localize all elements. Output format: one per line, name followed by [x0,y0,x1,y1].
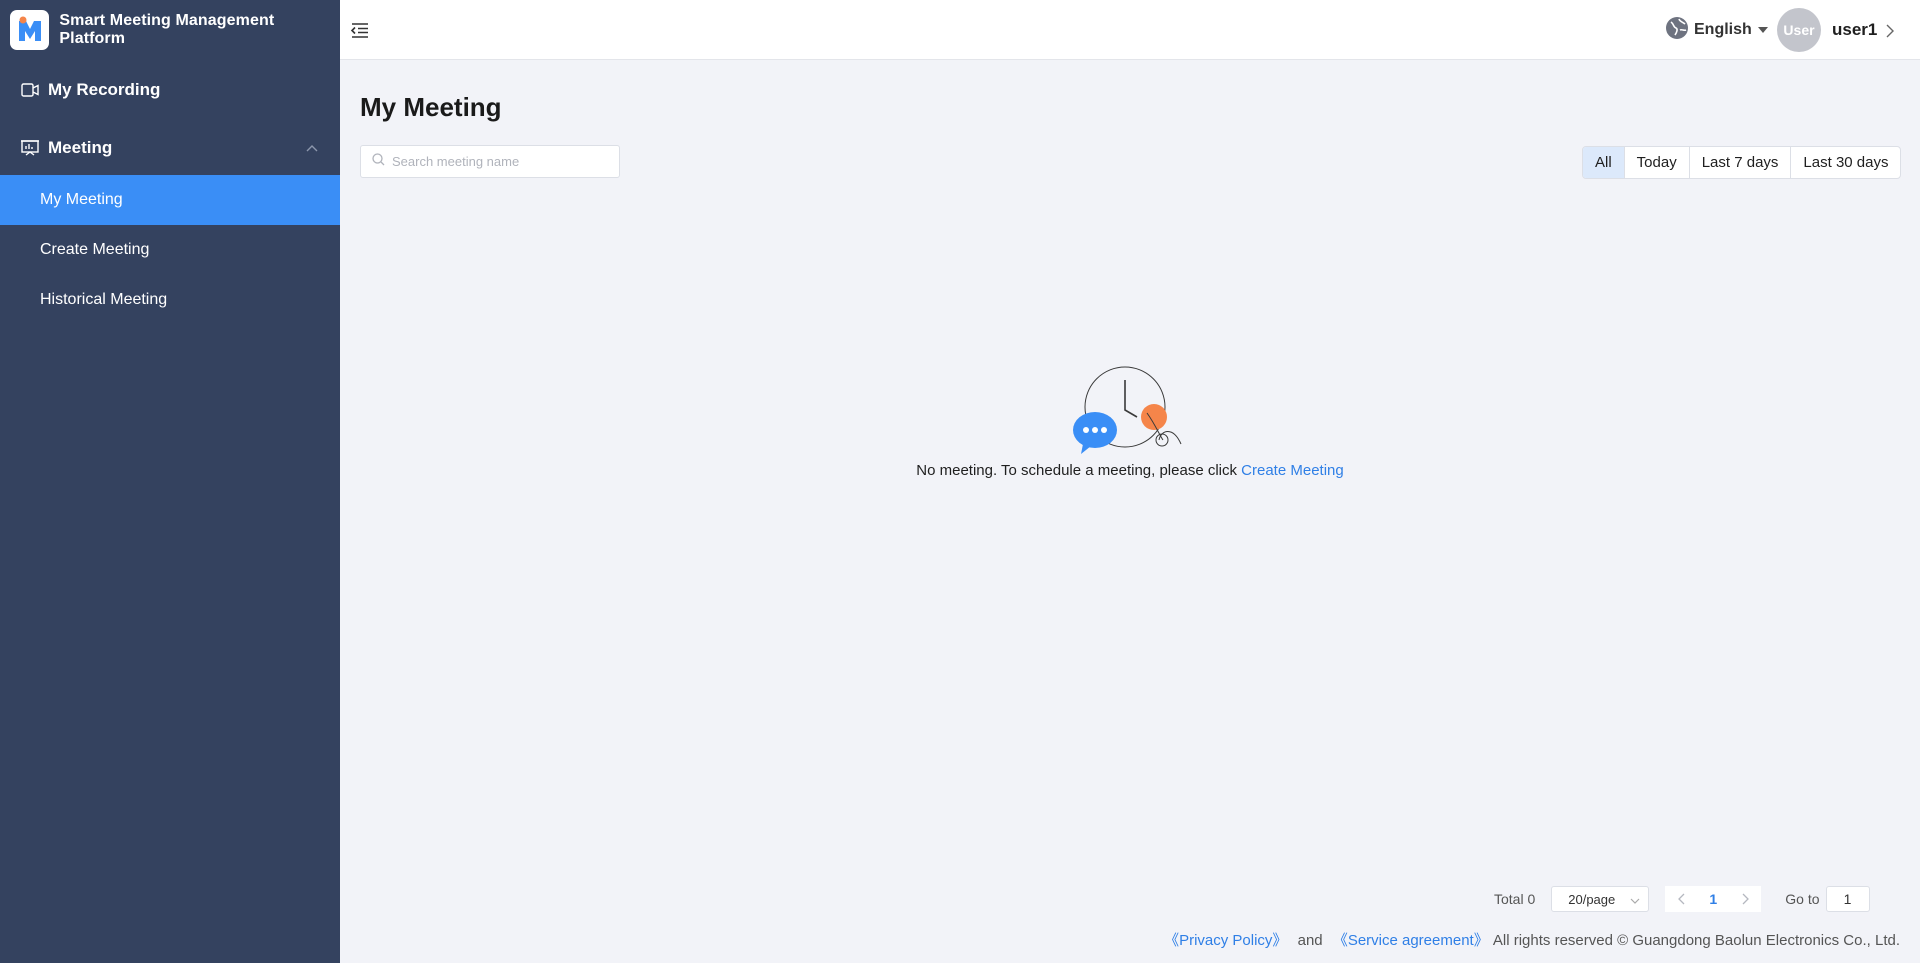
create-meeting-link[interactable]: Create Meeting [1241,462,1344,479]
page-title: My Meeting [360,92,502,122]
filter-last-7-days[interactable]: Last 7 days [1688,147,1791,178]
avatar[interactable]: User [1777,8,1821,52]
total-count: Total 0 [1494,891,1536,907]
sidebar-item-label: My Recording [48,80,161,99]
sidebar: Smart Meeting Management Platform My Rec… [0,0,340,963]
sidebar-item-meeting[interactable]: Meeting [0,120,340,175]
caret-down-icon [1757,27,1768,33]
filter-all[interactable]: All [1583,147,1624,178]
pagination: Total 0 20/page 1 Go to [1494,886,1870,912]
username[interactable]: user1 [1832,20,1877,40]
search-icon [372,152,385,171]
privacy-policy-link[interactable]: 《Privacy Policy》 [1164,932,1287,949]
top-bar: English User user1 [340,0,1920,60]
sidebar-item-create-meeting[interactable]: Create Meeting [0,225,340,275]
chevron-down-icon [1630,892,1640,907]
empty-message: No meeting. To schedule a meeting, pleas… [915,462,1345,479]
page-number-current[interactable]: 1 [1697,886,1730,912]
chevron-up-icon [306,139,318,157]
sidebar-item-historical-meeting[interactable]: Historical Meeting [0,275,340,325]
empty-message-text: No meeting. To schedule a meeting, pleas… [916,462,1242,479]
presentation-icon [20,138,40,158]
search-input[interactable] [392,154,612,169]
goto-label: Go to [1785,891,1820,907]
page-size-value: 20/page [1568,891,1616,907]
language-label: English [1694,21,1752,38]
app-title: Smart Meeting Management Platform [59,12,275,47]
service-agreement-link[interactable]: 《Service agreement》 [1333,932,1489,949]
page-size-select[interactable]: 20/page [1551,886,1650,912]
filter-today[interactable]: Today [1623,147,1689,178]
date-filter-group: All Today Last 7 days Last 30 days [1582,146,1902,179]
menu-toggle-icon[interactable] [350,20,370,40]
footer: 《Privacy Policy》 and 《Service agreement》… [1164,929,1900,950]
app-logo [10,10,50,50]
chevron-right-icon[interactable] [1886,24,1894,43]
goto-page-input[interactable] [1825,886,1870,912]
language-selector[interactable]: English [1665,16,1768,45]
sidebar-item-label: Meeting [48,137,113,157]
footer-and: and [1297,932,1323,949]
filter-last-30-days[interactable]: Last 30 days [1790,147,1900,178]
empty-meeting-illustration [1073,366,1182,454]
brand: Smart Meeting Management Platform [0,0,340,60]
copyright-text: All rights reserved © Guangdong Baolun E… [1492,932,1900,949]
prev-page-button[interactable] [1665,886,1698,912]
globe-icon [1665,16,1689,45]
recording-icon [20,80,40,100]
search-box [360,145,620,178]
empty-state: No meeting. To schedule a meeting, pleas… [915,366,1345,479]
sidebar-item-my-meeting[interactable]: My Meeting [0,175,340,225]
next-page-button[interactable] [1729,886,1762,912]
sidebar-item-my-recording[interactable]: My Recording [0,60,340,120]
